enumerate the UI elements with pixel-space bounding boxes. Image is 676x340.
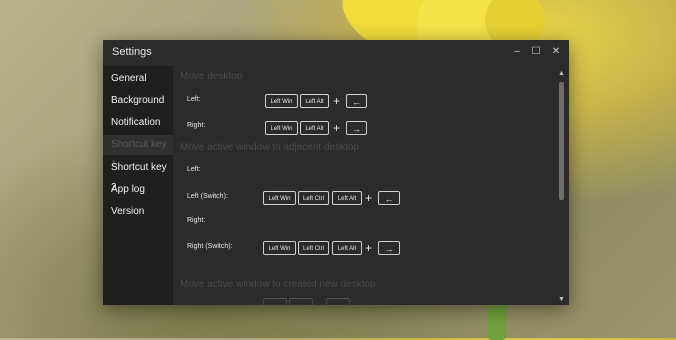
- background-flower-stem: [488, 300, 506, 340]
- key-button[interactable]: Left Ctrl: [298, 191, 329, 205]
- plus-sign: +: [333, 121, 341, 135]
- plus-sign: +: [365, 241, 373, 255]
- sidebar: General Background Notification Shortcut…: [103, 66, 173, 305]
- scroll-up-arrow-icon[interactable]: ▲: [558, 70, 565, 77]
- scrollbar-thumb[interactable]: [559, 82, 564, 200]
- sidebar-item-general[interactable]: General: [103, 69, 173, 89]
- key-button[interactable]: Left Alt: [332, 191, 362, 205]
- vertical-scrollbar[interactable]: ▲ ▼: [555, 66, 569, 305]
- sidebar-item-background[interactable]: Background: [103, 91, 173, 111]
- maximize-button[interactable]: ☐: [528, 44, 544, 60]
- row-label: Left (Switch):: [187, 193, 228, 200]
- key-button[interactable]: Left Win: [265, 94, 298, 108]
- key-button[interactable]: [263, 298, 287, 305]
- plus-sign: +: [333, 94, 341, 108]
- sidebar-item-notification[interactable]: Notification: [103, 113, 173, 133]
- section-title: Move active window to created new deskto…: [180, 279, 376, 290]
- row-label: Right:: [187, 122, 206, 129]
- minimize-button[interactable]: –: [509, 44, 525, 60]
- arrow-key-button[interactable]: →: [378, 241, 400, 255]
- close-button[interactable]: ✕: [548, 44, 564, 60]
- section-title: Move active window to adjacent desktop: [180, 142, 359, 153]
- arrow-key-button[interactable]: →: [346, 121, 367, 135]
- sidebar-item-shortcut-key-1[interactable]: Shortcut key 1: [103, 135, 173, 170]
- title-bar[interactable]: Settings – ☐ ✕: [103, 40, 569, 66]
- sidebar-item-app-log[interactable]: App log: [103, 180, 173, 200]
- row-label: Right (Switch):: [187, 243, 233, 250]
- key-button[interactable]: Left Alt: [332, 241, 362, 255]
- key-button[interactable]: Left Ctrl: [298, 241, 329, 255]
- settings-window: Settings – ☐ ✕ General Background Notifi…: [103, 40, 569, 305]
- key-button[interactable]: Left Alt: [300, 94, 329, 108]
- section-title: Move desktop: [180, 71, 243, 82]
- sidebar-item-version[interactable]: Version: [103, 202, 173, 222]
- key-button[interactable]: Left Win: [263, 241, 296, 255]
- arrow-key-button[interactable]: ←: [346, 94, 367, 108]
- scroll-down-arrow-icon[interactable]: ▼: [558, 296, 565, 303]
- sidebar-item-shortcut-key-2[interactable]: Shortcut key 2: [103, 158, 173, 193]
- key-button[interactable]: [289, 298, 313, 305]
- arrow-key-button[interactable]: ←: [378, 191, 400, 205]
- row-label: Left:: [187, 96, 201, 103]
- content-panel: Move desktop Left: Left Win Left Alt + ←…: [173, 66, 555, 305]
- row-label: Left:: [187, 166, 201, 173]
- plus-sign: +: [365, 191, 373, 205]
- key-button[interactable]: Left Alt: [300, 121, 329, 135]
- row-label: Right:: [187, 217, 206, 224]
- key-button[interactable]: [326, 298, 350, 305]
- key-button[interactable]: Left Win: [263, 191, 296, 205]
- window-title: Settings: [112, 46, 152, 58]
- key-button[interactable]: Left Win: [265, 121, 298, 135]
